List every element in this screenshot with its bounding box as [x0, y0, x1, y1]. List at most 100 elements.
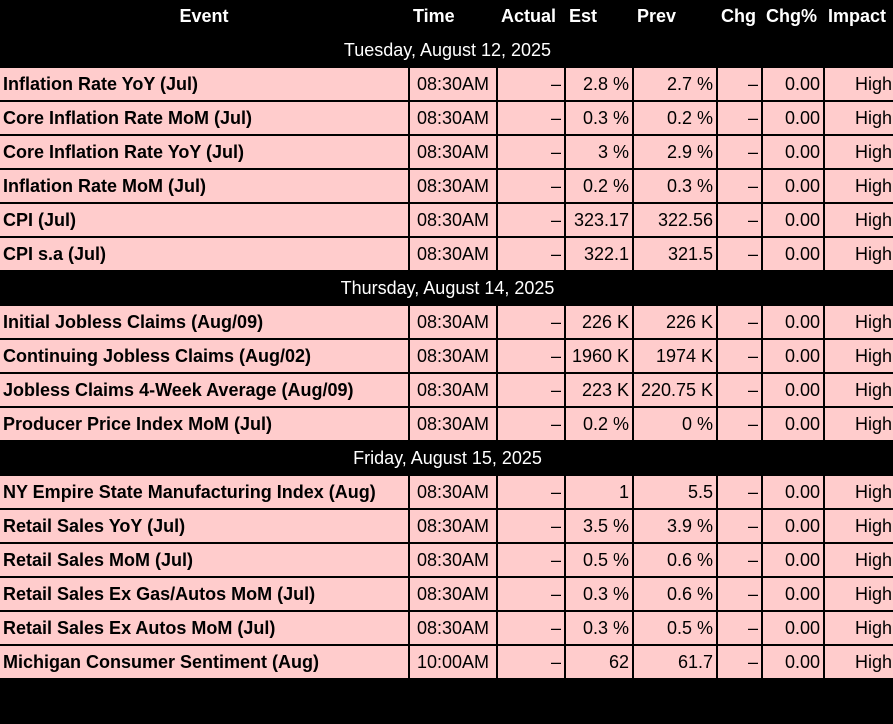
header-chg[interactable]: Chg — [718, 0, 761, 32]
date-group-row: Friday, August 15, 2025 — [0, 442, 893, 474]
event-cell: Jobless Claims 4-Week Average (Aug/09) — [0, 374, 408, 406]
date-label: Tuesday, August 12, 2025 — [0, 34, 893, 66]
economic-calendar-table: Event Time Actual Est Prev Chg Chg% Impa… — [0, 0, 893, 680]
header-actual[interactable]: Actual — [498, 0, 564, 32]
prev-cell: 5.5 — [634, 476, 716, 508]
est-cell: 323.17 — [566, 204, 632, 236]
time-cell: 08:30AM — [410, 374, 496, 406]
chg-pct-cell: 0.00 — [763, 646, 823, 678]
chg-cell: – — [718, 340, 761, 372]
event-cell: Producer Price Index MoM (Jul) — [0, 408, 408, 440]
chg-pct-cell: 0.00 — [763, 204, 823, 236]
event-cell: Core Inflation Rate YoY (Jul) — [0, 136, 408, 168]
actual-cell: – — [498, 374, 564, 406]
event-cell: CPI s.a (Jul) — [0, 238, 408, 270]
est-cell: 0.3 % — [566, 102, 632, 134]
time-cell: 08:30AM — [410, 102, 496, 134]
event-cell: Continuing Jobless Claims (Aug/02) — [0, 340, 408, 372]
header-prev[interactable]: Prev — [634, 0, 716, 32]
table-row[interactable]: Inflation Rate MoM (Jul) 08:30AM –0.2 % 0.3… — [0, 170, 893, 202]
chg-cell: – — [718, 204, 761, 236]
chg-pct-cell: 0.00 — [763, 544, 823, 576]
actual-cell: – — [498, 340, 564, 372]
prev-cell: 2.9 % — [634, 136, 716, 168]
actual-cell: – — [498, 204, 564, 236]
table-row[interactable]: Inflation Rate YoY (Jul) 08:30AM –2.8 % 2.7… — [0, 68, 893, 100]
chg-cell: – — [718, 170, 761, 202]
prev-cell: 0 % — [634, 408, 716, 440]
time-cell: 08:30AM — [410, 204, 496, 236]
table-row[interactable]: Retail Sales YoY (Jul) 08:30AM –3.5 % 3.9 %… — [0, 510, 893, 542]
time-cell: 08:30AM — [410, 136, 496, 168]
chg-cell: – — [718, 374, 761, 406]
prev-cell: 61.7 — [634, 646, 716, 678]
est-cell: 0.3 % — [566, 578, 632, 610]
est-cell: 1 — [566, 476, 632, 508]
impact-cell: High — [825, 578, 893, 610]
table-row[interactable]: Producer Price Index MoM (Jul) 08:30AM –0.… — [0, 408, 893, 440]
table-row[interactable]: CPI s.a (Jul) 08:30AM –322.1 321.5–0.00 High — [0, 238, 893, 270]
table-row[interactable]: Initial Jobless Claims (Aug/09) 08:30AM –2… — [0, 306, 893, 338]
header-time[interactable]: Time — [410, 0, 496, 32]
actual-cell: – — [498, 578, 564, 610]
table-row[interactable]: Retail Sales MoM (Jul) 08:30AM –0.5 % 0.6 %… — [0, 544, 893, 576]
impact-cell: High — [825, 408, 893, 440]
prev-cell: 0.2 % — [634, 102, 716, 134]
chg-cell: – — [718, 578, 761, 610]
date-group-row: Thursday, August 14, 2025 — [0, 272, 893, 304]
prev-cell: 322.56 — [634, 204, 716, 236]
chg-pct-cell: 0.00 — [763, 374, 823, 406]
chg-cell: – — [718, 476, 761, 508]
chg-cell: – — [718, 68, 761, 100]
table-row[interactable]: Jobless Claims 4-Week Average (Aug/09) 08… — [0, 374, 893, 406]
event-cell: Retail Sales Ex Gas/Autos MoM (Jul) — [0, 578, 408, 610]
event-cell: Initial Jobless Claims (Aug/09) — [0, 306, 408, 338]
prev-cell: 220.75 K — [634, 374, 716, 406]
impact-cell: High — [825, 102, 893, 134]
table-row[interactable]: Continuing Jobless Claims (Aug/02) 08:30A… — [0, 340, 893, 372]
actual-cell: – — [498, 136, 564, 168]
chg-pct-cell: 0.00 — [763, 136, 823, 168]
impact-cell: High — [825, 510, 893, 542]
table-row[interactable]: Retail Sales Ex Gas/Autos MoM (Jul) 08:30… — [0, 578, 893, 610]
chg-pct-cell: 0.00 — [763, 102, 823, 134]
header-chg-pct[interactable]: Chg% — [763, 0, 823, 32]
est-cell: 3.5 % — [566, 510, 632, 542]
chg-pct-cell: 0.00 — [763, 340, 823, 372]
table-row[interactable]: Retail Sales Ex Autos MoM (Jul) 08:30AM –0… — [0, 612, 893, 644]
chg-pct-cell: 0.00 — [763, 612, 823, 644]
impact-cell: High — [825, 68, 893, 100]
actual-cell: – — [498, 68, 564, 100]
chg-pct-cell: 0.00 — [763, 68, 823, 100]
header-impact[interactable]: Impact — [825, 0, 893, 32]
est-cell: 62 — [566, 646, 632, 678]
time-cell: 08:30AM — [410, 170, 496, 202]
impact-cell: High — [825, 170, 893, 202]
table-row[interactable]: Core Inflation Rate MoM (Jul) 08:30AM –0.3… — [0, 102, 893, 134]
impact-cell: High — [825, 340, 893, 372]
header-event[interactable]: Event — [0, 0, 408, 32]
impact-cell: High — [825, 612, 893, 644]
time-cell: 08:30AM — [410, 476, 496, 508]
actual-cell: – — [498, 170, 564, 202]
chg-pct-cell: 0.00 — [763, 408, 823, 440]
prev-cell: 0.5 % — [634, 612, 716, 644]
event-cell: Core Inflation Rate MoM (Jul) — [0, 102, 408, 134]
date-label: Friday, August 15, 2025 — [0, 442, 893, 474]
header-est[interactable]: Est — [566, 0, 632, 32]
time-cell: 08:30AM — [410, 340, 496, 372]
chg-cell: – — [718, 238, 761, 270]
table-row[interactable]: CPI (Jul) 08:30AM –323.17 322.56–0.00 High — [0, 204, 893, 236]
chg-pct-cell: 0.00 — [763, 578, 823, 610]
time-cell: 08:30AM — [410, 544, 496, 576]
chg-cell: – — [718, 408, 761, 440]
event-cell: Inflation Rate YoY (Jul) — [0, 68, 408, 100]
impact-cell: High — [825, 544, 893, 576]
impact-cell: High — [825, 646, 893, 678]
prev-cell: 226 K — [634, 306, 716, 338]
table-row[interactable]: Core Inflation Rate YoY (Jul) 08:30AM –3 %… — [0, 136, 893, 168]
table-row[interactable]: Michigan Consumer Sentiment (Aug) 10:00AM… — [0, 646, 893, 678]
time-cell: 08:30AM — [410, 578, 496, 610]
time-cell: 08:30AM — [410, 238, 496, 270]
table-row[interactable]: NY Empire State Manufacturing Index (Aug… — [0, 476, 893, 508]
